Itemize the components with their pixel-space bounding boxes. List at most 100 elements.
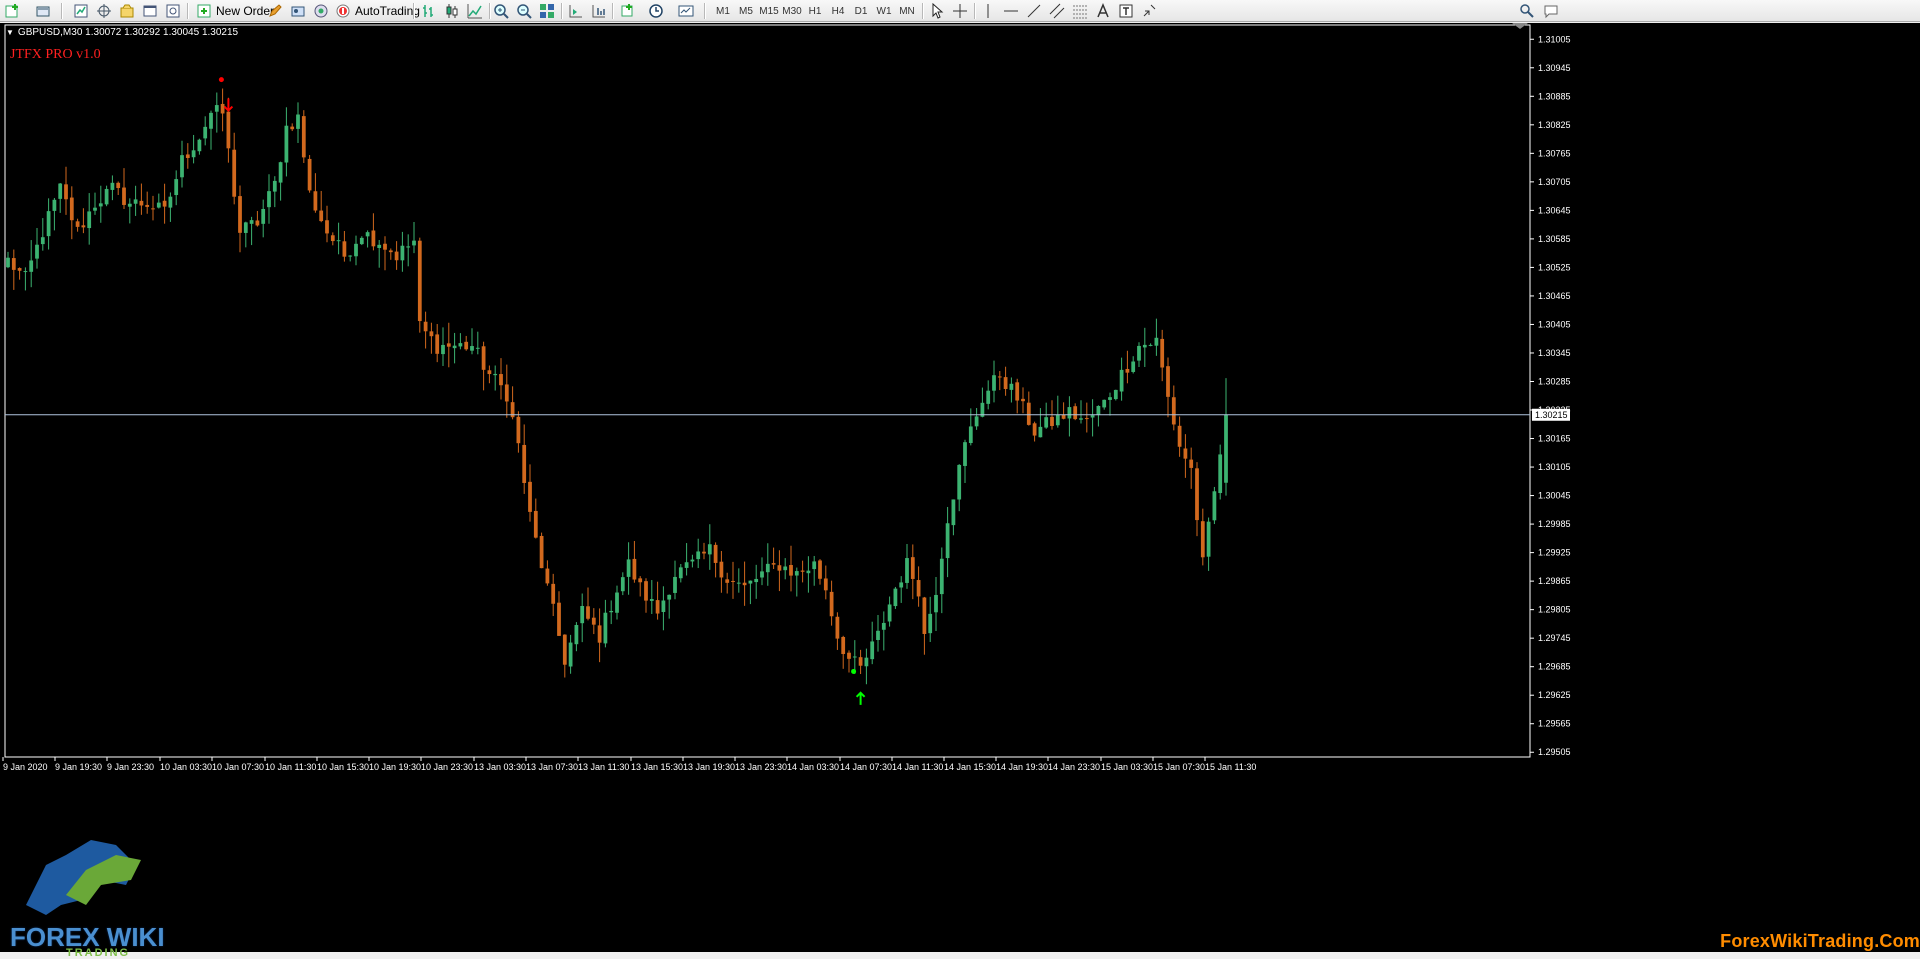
timeframe-mn[interactable]: MN (894, 1, 920, 21)
candle-body (615, 592, 619, 613)
periods-icon[interactable] (645, 1, 667, 21)
tile-windows-icon[interactable] (536, 1, 558, 21)
x-tick-label: 9 Jan 23:30 (107, 762, 154, 772)
candle-body (1125, 368, 1130, 373)
candle-body (365, 232, 370, 237)
candle-body (435, 334, 440, 354)
candle-body (1021, 398, 1025, 402)
y-tick-label: 1.30645 (1538, 205, 1571, 215)
x-tick-label: 14 Jan 03:30 (787, 762, 839, 772)
x-tick-label: 10 Jan 03:30 (160, 762, 212, 772)
candle-body (1038, 426, 1043, 438)
horizontal-line-icon[interactable] (1000, 1, 1022, 21)
candle-body (168, 196, 173, 208)
candle-body (1142, 344, 1147, 348)
fibonacci-icon[interactable] (1069, 1, 1091, 21)
buy-arrow-icon (855, 691, 866, 705)
crosshair-icon[interactable] (949, 1, 971, 21)
y-tick-label: 1.29685 (1538, 662, 1571, 672)
candle-body (278, 162, 283, 183)
arrows-icon[interactable] (1138, 1, 1160, 21)
indicators-icon[interactable] (617, 1, 639, 21)
x-tick-label: 9 Jan 2020 (3, 762, 48, 772)
metaeditor-icon[interactable] (264, 1, 286, 21)
price-chart[interactable]: 1.31005 1.30945 1.30885 1.30825 1.30765 1.307… (0, 23, 1920, 959)
candle-body (487, 370, 492, 375)
candle-body (963, 442, 967, 466)
navigator-icon[interactable] (93, 1, 115, 21)
candle-body (516, 416, 521, 444)
chart-shift-icon[interactable] (565, 1, 587, 21)
candle-body (545, 568, 550, 584)
text-icon[interactable] (1092, 1, 1114, 21)
terminal-icon[interactable] (139, 1, 161, 21)
search-icon[interactable] (1516, 1, 1538, 21)
y-tick-label: 1.30285 (1538, 376, 1571, 386)
candle-body (127, 203, 132, 207)
text-label-icon[interactable] (1115, 1, 1137, 21)
new-chart-icon[interactable] (2, 1, 24, 21)
candle-body (214, 105, 219, 112)
cursor-icon[interactable] (926, 1, 948, 21)
y-tick-label: 1.29925 (1538, 548, 1571, 558)
candle-body (46, 211, 51, 237)
candle-body (110, 182, 115, 190)
candle-body (133, 199, 138, 204)
bar-chart-icon[interactable] (418, 1, 440, 21)
equidistant-channel-icon[interactable] (1046, 1, 1068, 21)
auto-scroll-icon[interactable] (588, 1, 610, 21)
strategy-tester-icon[interactable] (162, 1, 184, 21)
profiles-icon[interactable] (32, 1, 54, 21)
candle-body (296, 114, 300, 129)
candle-body (667, 594, 672, 600)
candlestick-chart: 1.31005 1.30945 1.30885 1.30825 1.30765 1.307… (2, 23, 1571, 772)
x-tick-label: 13 Jan 11:30 (578, 762, 629, 772)
market-icon[interactable] (310, 1, 332, 21)
candle-body (383, 243, 387, 250)
candle-body (1084, 418, 1089, 420)
candle-body (1061, 414, 1066, 419)
autotrading-button[interactable]: AutoTrading (332, 1, 423, 21)
candle-body (1131, 361, 1136, 372)
candlestick-chart-icon[interactable] (441, 1, 463, 21)
candle-body (661, 600, 666, 613)
candle-body (481, 346, 486, 370)
candle-body (1073, 406, 1078, 420)
candle-body (568, 642, 573, 667)
candle-body (777, 565, 782, 571)
candle-body (945, 523, 950, 559)
candle-body (1160, 338, 1165, 368)
candle-body (394, 251, 399, 261)
x-tick-label: 14 Jan 07:30 (840, 762, 892, 772)
zoom-out-icon[interactable] (513, 1, 535, 21)
market-watch-icon[interactable] (70, 1, 92, 21)
candle-body (197, 139, 202, 152)
candle-body (870, 641, 875, 660)
chart-collapse-icon[interactable]: ▼ (6, 28, 14, 37)
candle-body (609, 610, 614, 613)
candle-body (1177, 425, 1182, 447)
candle-body (325, 220, 329, 234)
candle-body (98, 203, 103, 207)
vertical-line-icon[interactable] (977, 1, 999, 21)
candle-body (916, 580, 921, 597)
trendline-icon[interactable] (1023, 1, 1045, 21)
templates-icon[interactable] (675, 1, 697, 21)
candle-body (81, 225, 86, 228)
y-tick-label: 1.31005 (1538, 34, 1571, 44)
favorites-icon[interactable] (116, 1, 138, 21)
candle-body (928, 613, 933, 634)
candle-body (354, 243, 358, 257)
candle-body (974, 416, 979, 427)
zoom-in-icon[interactable] (490, 1, 512, 21)
y-tick-label: 1.30045 (1538, 491, 1571, 501)
candle-body (371, 230, 376, 247)
line-chart-icon[interactable] (464, 1, 486, 21)
logo-subtext: TRADING (66, 947, 131, 959)
y-tick-label: 1.29745 (1538, 633, 1571, 643)
chat-icon[interactable] (1540, 1, 1562, 21)
candle-body (794, 571, 799, 576)
candle-body (1015, 382, 1020, 401)
y-tick-label: 1.30345 (1538, 348, 1571, 358)
signals-icon[interactable] (287, 1, 309, 21)
